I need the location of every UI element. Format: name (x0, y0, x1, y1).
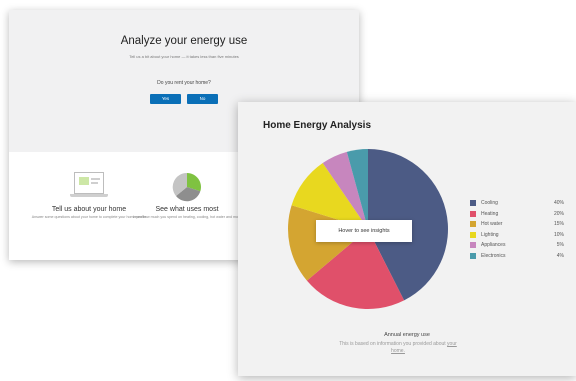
legend-swatch (470, 242, 476, 249)
rent-question: Do you rent your home? (157, 80, 211, 86)
feature-usage: See what uses most Learn how much you sp… (127, 172, 247, 220)
legend-value: 4% (556, 252, 564, 259)
legend-label: Appliances (481, 242, 506, 249)
chart-legend: Cooling 40% Heating 20% Hot water 15% Lighting… (470, 198, 564, 261)
legend-value: 10% (553, 231, 564, 238)
legend-swatch (470, 221, 476, 228)
annual-usage-label: Annual energy use (384, 332, 430, 338)
legend-item: Lighting 10% (470, 230, 564, 241)
feature-description: Learn how much you spend on heating, coo… (132, 215, 242, 219)
legend-item: Electronics 4% (470, 251, 564, 262)
legend-label: Lighting (481, 231, 499, 238)
legend-swatch (470, 252, 476, 259)
legend-item: Cooling 40% (470, 198, 564, 209)
annual-usage-note: This is based on information you provide… (333, 341, 463, 355)
legend-item: Appliances 5% (470, 240, 564, 251)
no-button[interactable]: No (187, 94, 218, 104)
legend-label: Heating (481, 210, 499, 217)
legend-value: 5% (556, 242, 564, 249)
legend-item: Heating 20% (470, 209, 564, 220)
yes-button[interactable]: Yes (150, 94, 181, 104)
legend-value: 15% (553, 221, 564, 228)
legend-swatch (470, 210, 476, 217)
legend-label: Cooling (481, 200, 498, 207)
feature-title: See what uses most (155, 206, 219, 213)
legend-swatch (470, 200, 476, 207)
legend-label: Hot water (481, 221, 503, 228)
legend-swatch (470, 231, 476, 238)
intro-title: Analyze your energy use (120, 35, 248, 47)
legend-label: Electronics (481, 252, 506, 259)
legend-value: 40% (553, 200, 564, 207)
laptop-icon (70, 172, 108, 202)
hover-tooltip: Hover to see insights (316, 220, 412, 242)
legend-item: Hot water 15% (470, 219, 564, 230)
legend-value: 20% (553, 210, 564, 217)
intro-subtitle: Tell us a bit about your home — it takes… (129, 54, 239, 59)
note-text: This is based on information you provide… (339, 341, 448, 347)
energy-analysis-card: Home Energy Analysis Hover to see insigh… (238, 102, 576, 376)
analysis-title: Home Energy Analysis (263, 120, 372, 131)
pie-chart-icon (172, 172, 201, 202)
